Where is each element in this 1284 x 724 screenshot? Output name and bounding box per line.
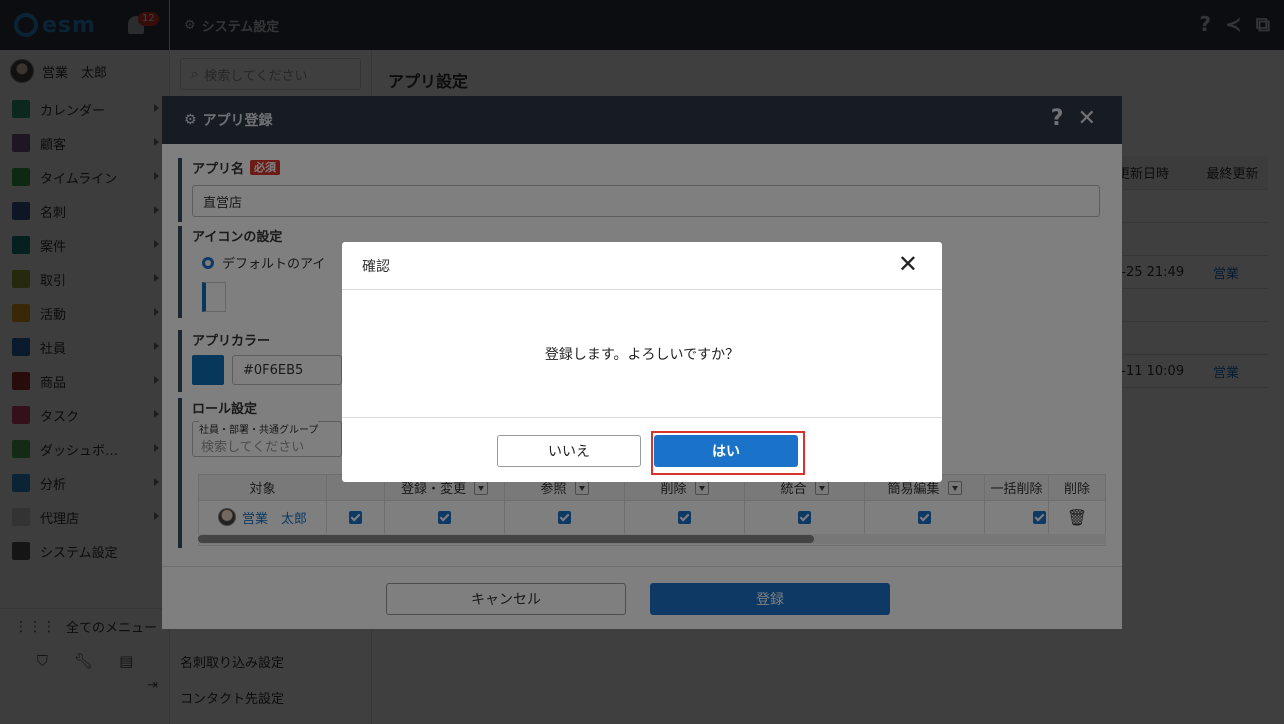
dialog-title: 確認 <box>362 258 390 275</box>
close-icon[interactable]: ✕ <box>898 252 918 276</box>
dialog-header: 確認 ✕ <box>342 242 942 290</box>
highlight-box <box>651 431 805 475</box>
dialog-footer: いいえ はい <box>342 418 942 482</box>
dialog-message: 登録します。よろしいですか？ <box>544 346 740 363</box>
no-button[interactable]: いいえ <box>497 435 641 467</box>
confirm-dialog: 確認 ✕ 登録します。よろしいですか？ いいえ はい <box>342 242 942 482</box>
dialog-body: 登録します。よろしいですか？ <box>342 290 942 418</box>
